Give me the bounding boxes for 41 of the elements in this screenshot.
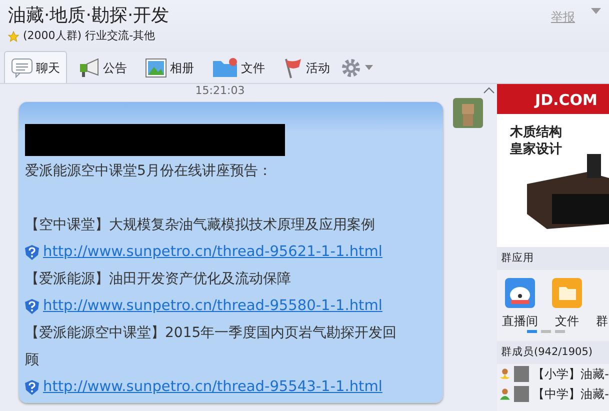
section-title: 群应用 xyxy=(497,247,609,270)
user-icon xyxy=(500,387,510,401)
dropdown-caret-icon[interactable] xyxy=(591,8,601,14)
shield-question-icon xyxy=(25,380,39,395)
tab[interactable]: 相册 xyxy=(138,51,201,83)
tab[interactable]: 公告 xyxy=(71,51,134,83)
shield-question-icon xyxy=(25,245,39,260)
tab[interactable]: 活动 xyxy=(276,51,337,83)
app-item[interactable]: 文件 xyxy=(552,278,582,344)
member-name[interactable]: 【小学】油藏- xyxy=(532,364,609,384)
picture-icon xyxy=(145,58,167,78)
admin-star-icon xyxy=(500,367,510,381)
flag-icon xyxy=(283,56,303,78)
section-title: 群成员(942/1905) xyxy=(497,341,609,364)
member-name[interactable]: 【中学】油藏- xyxy=(532,384,609,404)
collapse-caret-icon[interactable] xyxy=(483,87,495,94)
ad-text: 木质结构 xyxy=(510,124,563,141)
settings-icon[interactable] xyxy=(341,58,361,78)
timestamp: 15:21:03 xyxy=(194,84,246,98)
chat-bubble-icon xyxy=(11,58,33,78)
megaphone-icon xyxy=(78,58,100,78)
shield-question-icon xyxy=(25,299,39,314)
group-info: (2000人群) 行业交流-其他 xyxy=(23,28,156,44)
folder-icon xyxy=(552,278,582,308)
dropdown-caret-icon[interactable] xyxy=(365,65,373,70)
tab[interactable]: 聊天 xyxy=(4,51,67,83)
message-text: 【空中课堂】大规模复杂油气藏模拟技术原理及应用案例 xyxy=(25,216,376,235)
avatar-picture xyxy=(453,98,483,128)
message-text: 【爱派能源】油田开发资产优化及流动保障 xyxy=(25,270,292,289)
app-item[interactable]: 直播间 xyxy=(502,278,538,344)
message-text: 【爱派能源空中课堂】2015年一季度国内页岩气勘探开发回顾 xyxy=(25,324,398,370)
folder-icon xyxy=(212,58,238,78)
tab[interactable]: 文件 xyxy=(205,51,272,83)
ad-banner[interactable]: JD.COM 木质结构 皇家设计 xyxy=(497,84,609,247)
member-avatar xyxy=(514,366,529,382)
ad-text: 皇家设计 xyxy=(510,141,563,158)
member-avatar xyxy=(514,386,529,402)
app-item[interactable]: 群 xyxy=(596,278,608,344)
ad-brand: JD.COM xyxy=(497,84,609,114)
message-text: 爱派能源空中课堂5月份在线讲座预告： xyxy=(25,162,273,181)
group-title: 油藏·地质·勘探·开发 xyxy=(8,4,170,28)
